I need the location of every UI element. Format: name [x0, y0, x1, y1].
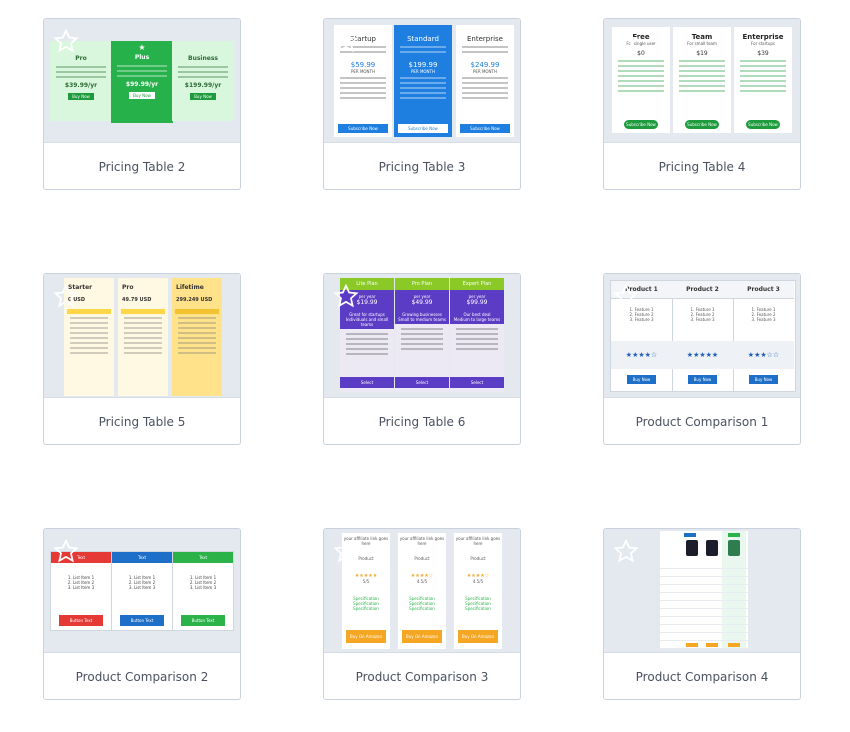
comparison-column: Text 1. List Item 1 2. List Item 2 3. List…	[111, 551, 173, 631]
pricing-column: Standard $199.99 PER MONTH Subscribe Now	[394, 25, 452, 137]
pricing-column: Pro Plan per year $49.99 Growing business…	[395, 278, 449, 392]
template-card-product-comparison-2[interactable]: Text 1. List Item 1 2. List Item 2 3. List…	[43, 528, 241, 700]
card-title: Pricing Table 4	[604, 142, 800, 189]
star-icon[interactable]	[613, 538, 639, 564]
star-icon[interactable]	[613, 283, 639, 309]
pricing-column: Enterprise $249.99 PER MONTH Subscribe N…	[456, 25, 514, 137]
star-icon[interactable]	[53, 538, 79, 564]
card-title: Product Comparison 4	[604, 652, 800, 699]
card-title: Product Comparison 1	[604, 397, 800, 444]
template-thumbnail[interactable]: Text 1. List Item 1 2. List Item 2 3. List…	[44, 529, 240, 652]
card-title: Pricing Table 5	[44, 397, 240, 444]
template-card-pricing-table-3[interactable]: Startup $59.99 PER MONTH Subscribe Now S…	[323, 18, 521, 190]
star-icon[interactable]	[333, 28, 359, 54]
pricing-column: Lifetime 299.249 USD	[172, 278, 222, 396]
template-card-product-comparison-1[interactable]: Product 1 1. Feature 1 2. Feature 2 3. Fea…	[603, 273, 801, 445]
card-title: Pricing Table 3	[324, 142, 520, 189]
phone-image	[728, 540, 740, 556]
template-thumbnail[interactable]: Lite Plan per year $19.99 Great for start…	[324, 274, 520, 397]
template-card-product-comparison-4[interactable]: Product Comparison 4	[603, 528, 801, 700]
template-card-pricing-table-2[interactable]: Pro $39.99/yr Buy Now ★ Plus $99.99/yr B…	[43, 18, 241, 190]
star-icon[interactable]	[333, 283, 359, 309]
card-title: Pricing Table 6	[324, 397, 520, 444]
pricing-column: Business $199.99/yr Buy Now	[172, 41, 234, 121]
template-thumbnail[interactable]: Startup $59.99 PER MONTH Subscribe Now S…	[324, 19, 520, 142]
star-icon[interactable]	[333, 538, 359, 564]
pricing-column: Expert Plan per year $99.99 Our best deal…	[450, 278, 504, 392]
phone-image	[686, 540, 698, 556]
comparison-column: Text 1. List Item 1 2. List Item 2 3. List…	[172, 551, 234, 631]
star-icon[interactable]	[53, 28, 79, 54]
template-card-product-comparison-3[interactable]: your affiliate link goes here Product ★★…	[323, 528, 521, 700]
card-title: Product Comparison 3	[324, 652, 520, 699]
template-thumbnail[interactable]: Starter 0 USD Pro 49.79 USD Lifetime 299…	[44, 274, 240, 397]
pricing-column: Team For small team $19 Subscribe Now	[673, 27, 731, 133]
template-thumbnail[interactable]: Product 1 1. Feature 1 2. Feature 2 3. Fea…	[604, 274, 800, 397]
star-icon[interactable]	[613, 28, 639, 54]
template-thumbnail[interactable]: Pro $39.99/yr Buy Now ★ Plus $99.99/yr B…	[44, 19, 240, 142]
star-icon: ★	[138, 43, 146, 52]
phone-image	[706, 540, 718, 556]
comparison-column: your affiliate link goes here Product ★★…	[454, 533, 502, 649]
pricing-column: ★ Plus $99.99/yr Buy Now	[111, 41, 173, 123]
pricing-column: Enterprise For startups $39 Subscribe Now	[734, 27, 792, 133]
template-card-pricing-table-6[interactable]: Lite Plan per year $19.99 Great for start…	[323, 273, 521, 445]
card-title: Product Comparison 2	[44, 652, 240, 699]
template-thumbnail[interactable]	[604, 529, 800, 652]
comparison-column: your affiliate link goes here Product ★★…	[398, 533, 446, 649]
template-card-pricing-table-4[interactable]: Free For single user $0 Subscribe Now Tea…	[603, 18, 801, 190]
star-icon[interactable]	[53, 283, 79, 309]
template-card-pricing-table-5[interactable]: Starter 0 USD Pro 49.79 USD Lifetime 299…	[43, 273, 241, 445]
pricing-column: Pro 49.79 USD	[118, 278, 168, 396]
comparison-table	[660, 531, 748, 649]
card-title: Pricing Table 2	[44, 142, 240, 189]
template-thumbnail[interactable]: Free For single user $0 Subscribe Now Tea…	[604, 19, 800, 142]
template-thumbnail[interactable]: your affiliate link goes here Product ★★…	[324, 529, 520, 652]
